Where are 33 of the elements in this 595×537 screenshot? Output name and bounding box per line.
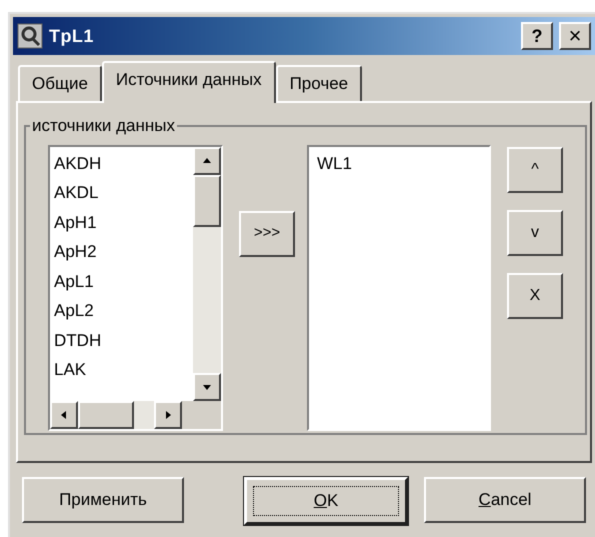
list-item[interactable]: ApL1 xyxy=(54,266,189,296)
list-item[interactable]: WL1 xyxy=(317,148,481,178)
scroll-thumb[interactable] xyxy=(193,174,221,226)
move-button[interactable]: v xyxy=(507,210,563,256)
list-item[interactable]: AKDL xyxy=(54,178,189,208)
scroll-up-button[interactable] xyxy=(193,146,221,174)
app-icon xyxy=(17,23,43,49)
list-item[interactable]: ApH2 xyxy=(54,237,189,266)
group-legend: источники данных xyxy=(30,113,177,138)
help-button[interactable]: ? xyxy=(521,22,553,50)
selected-list[interactable]: WL1 xyxy=(307,144,491,430)
scroll-thumb[interactable] xyxy=(78,400,134,428)
list-item[interactable]: ApH1 xyxy=(54,208,189,237)
scrollbar-corner xyxy=(182,400,221,428)
dialog-button[interactable]: Cancel xyxy=(424,477,586,523)
source-list[interactable]: AKDH AKDL ApH1 ApH2 ApL1 ApL2 DTDH LAK xyxy=(48,144,223,430)
scroll-left-button[interactable] xyxy=(50,400,78,428)
tab[interactable]: Общие xyxy=(18,65,102,101)
scroll-down-button[interactable] xyxy=(193,372,221,400)
list-item[interactable]: LAK xyxy=(54,355,189,384)
tab[interactable]: Прочее xyxy=(276,65,362,101)
dialog-button[interactable]: Применить xyxy=(22,477,184,523)
window-title: TpL1 xyxy=(49,24,94,48)
add-button[interactable]: >>> xyxy=(239,210,295,256)
tab[interactable]: Источники данных xyxy=(102,61,276,103)
list-item[interactable]: ApL2 xyxy=(54,296,189,326)
list-item[interactable]: AKDH xyxy=(54,148,189,178)
move-button[interactable]: ^ xyxy=(507,146,563,192)
scroll-right-button[interactable] xyxy=(154,400,182,428)
list-item[interactable]: DTDH xyxy=(54,326,189,355)
dialog-button[interactable]: OK xyxy=(244,477,408,525)
close-button[interactable]: × xyxy=(559,22,591,50)
move-button[interactable]: X xyxy=(507,272,563,318)
